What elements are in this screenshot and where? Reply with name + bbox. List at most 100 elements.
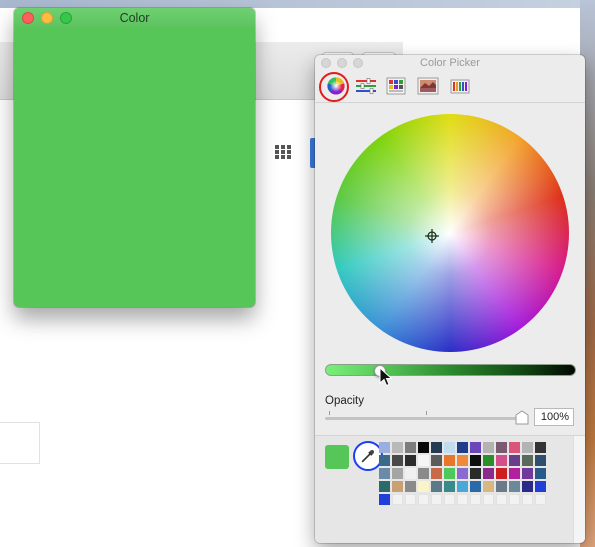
picker-minimize-button[interactable] <box>337 58 347 68</box>
color-swatch[interactable] <box>379 468 390 479</box>
color-swatch[interactable] <box>483 455 494 466</box>
color-swatch[interactable] <box>535 442 546 453</box>
color-swatch[interactable] <box>522 442 533 453</box>
color-swatch[interactable] <box>470 468 481 479</box>
empty-swatch[interactable] <box>405 494 416 505</box>
pencils-icon <box>450 79 470 94</box>
opacity-slider[interactable] <box>325 417 523 420</box>
color-swatch[interactable] <box>431 455 442 466</box>
tab-pencils[interactable] <box>447 73 473 99</box>
empty-swatch[interactable] <box>522 494 533 505</box>
color-swatch[interactable] <box>379 442 390 453</box>
color-swatch[interactable] <box>405 481 416 492</box>
brightness-slider[interactable] <box>325 364 576 376</box>
opacity-slider-thumb[interactable] <box>515 410 529 425</box>
picker-zoom-button[interactable] <box>353 58 363 68</box>
color-swatch[interactable] <box>483 481 494 492</box>
color-swatch[interactable] <box>405 468 416 479</box>
color-swatch[interactable] <box>496 481 507 492</box>
color-swatch[interactable] <box>522 455 533 466</box>
color-swatch[interactable] <box>470 455 481 466</box>
color-wheel[interactable] <box>331 114 569 352</box>
opacity-label: Opacity <box>325 395 364 407</box>
color-swatch[interactable] <box>418 442 429 453</box>
tab-color-palettes[interactable] <box>383 73 409 99</box>
color-swatch[interactable] <box>379 455 390 466</box>
color-swatch[interactable] <box>418 455 429 466</box>
color-picker-titlebar[interactable]: Color Picker <box>315 55 585 71</box>
color-swatch[interactable] <box>509 442 520 453</box>
color-swatch[interactable] <box>483 468 494 479</box>
color-swatch[interactable] <box>509 455 520 466</box>
empty-swatch[interactable] <box>418 494 429 505</box>
color-swatch[interactable] <box>431 442 442 453</box>
current-color-swatch[interactable] <box>325 445 349 469</box>
color-swatch[interactable] <box>535 468 546 479</box>
empty-swatch[interactable] <box>431 494 442 505</box>
desktop-background <box>0 0 595 8</box>
color-swatch[interactable] <box>431 468 442 479</box>
color-swatch[interactable] <box>405 442 416 453</box>
empty-swatch[interactable] <box>509 494 520 505</box>
color-swatch[interactable] <box>457 481 468 492</box>
empty-swatch[interactable] <box>483 494 494 505</box>
color-swatch[interactable] <box>509 468 520 479</box>
color-swatch[interactable] <box>405 455 416 466</box>
empty-swatch[interactable] <box>444 494 455 505</box>
color-swatch[interactable] <box>496 455 507 466</box>
color-swatch[interactable] <box>522 481 533 492</box>
color-swatch[interactable] <box>457 468 468 479</box>
color-swatch[interactable] <box>535 455 546 466</box>
opacity-tick <box>426 411 427 415</box>
color-swatch[interactable] <box>483 442 494 453</box>
color-swatch[interactable] <box>470 442 481 453</box>
color-swatch[interactable] <box>457 442 468 453</box>
color-swatch[interactable] <box>457 455 468 466</box>
empty-swatch[interactable] <box>470 494 481 505</box>
color-swatch[interactable] <box>431 481 442 492</box>
color-swatch[interactable] <box>418 468 429 479</box>
color-window: Color <box>14 8 255 307</box>
color-swatch[interactable] <box>392 442 403 453</box>
color-swatch[interactable] <box>392 468 403 479</box>
zoom-button[interactable] <box>60 12 72 24</box>
opacity-tick <box>329 411 330 415</box>
color-swatch[interactable] <box>379 494 390 505</box>
eyedropper-icon <box>361 450 374 463</box>
swatch-scrollbar[interactable] <box>573 436 585 543</box>
empty-swatch[interactable] <box>392 494 403 505</box>
color-swatch[interactable] <box>444 481 455 492</box>
mouse-cursor-icon <box>379 367 393 387</box>
palette-icon <box>386 77 406 95</box>
color-swatch[interactable] <box>470 481 481 492</box>
picker-mode-tabs <box>321 73 481 99</box>
close-button[interactable] <box>22 12 34 24</box>
tab-color-sliders[interactable] <box>353 73 379 99</box>
color-swatch[interactable] <box>379 481 390 492</box>
color-window-title: Color <box>119 11 150 25</box>
color-swatch[interactable] <box>535 481 546 492</box>
color-swatch[interactable] <box>444 468 455 479</box>
opacity-value-field[interactable]: 100% <box>534 408 574 426</box>
color-wheel-crosshair[interactable] <box>425 229 439 243</box>
empty-swatch[interactable] <box>496 494 507 505</box>
color-swatch[interactable] <box>444 442 455 453</box>
color-swatch[interactable] <box>392 455 403 466</box>
sliders-icon <box>356 78 376 94</box>
color-swatch[interactable] <box>496 468 507 479</box>
color-swatch[interactable] <box>444 455 455 466</box>
color-swatch[interactable] <box>496 442 507 453</box>
minimize-button[interactable] <box>41 12 53 24</box>
empty-swatch[interactable] <box>535 494 546 505</box>
color-swatch[interactable] <box>418 481 429 492</box>
grid-icon <box>275 145 291 159</box>
tab-color-wheel[interactable] <box>323 73 349 99</box>
tab-image-palettes[interactable] <box>415 73 441 99</box>
color-swatch[interactable] <box>392 481 403 492</box>
color-window-titlebar[interactable]: Color <box>14 8 255 28</box>
background-card <box>0 422 40 464</box>
picker-close-button[interactable] <box>321 58 331 68</box>
empty-swatch[interactable] <box>457 494 468 505</box>
color-swatch[interactable] <box>509 481 520 492</box>
color-swatch[interactable] <box>522 468 533 479</box>
